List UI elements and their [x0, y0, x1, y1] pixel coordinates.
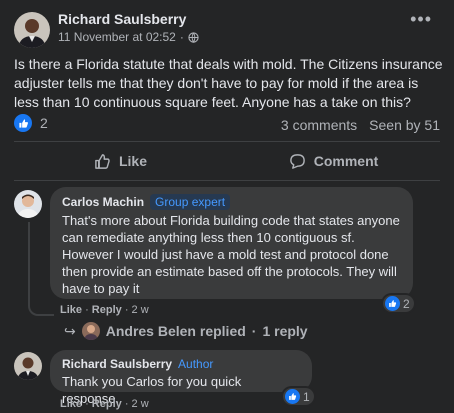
post-author-name[interactable]: Richard Saulsberry: [58, 11, 186, 27]
post-stats: 3 comments Seen by 51: [281, 117, 440, 133]
like-reaction-icon: [385, 296, 400, 311]
facebook-post: Richard Saulsberry 11 November at 02:52 …: [0, 0, 454, 413]
post-timestamp[interactable]: 11 November at 02:52: [58, 30, 176, 44]
comment-author[interactable]: Richard Saulsberry: [62, 357, 172, 371]
thumbs-up-icon: [95, 153, 110, 169]
comment-reaction-count: 1: [303, 389, 310, 404]
seen-by-count[interactable]: Seen by 51: [369, 117, 440, 133]
group-expert-badge: Group expert: [150, 194, 231, 210]
view-replies-link[interactable]: ↪ Andres Belen replied · 1 reply: [64, 322, 308, 340]
comment-time[interactable]: 2 w: [132, 398, 149, 410]
post-body: Is there a Florida statute that deals wi…: [14, 56, 443, 110]
reply-count: 1 reply: [262, 323, 308, 339]
comment-button-label: Comment: [313, 153, 379, 169]
comment-actions: Like · Reply · 2 w: [60, 304, 149, 316]
post-author-avatar[interactable]: [14, 12, 50, 48]
like-button[interactable]: Like: [14, 150, 227, 172]
like-reaction-icon: [285, 389, 300, 404]
comment-reply-link[interactable]: Reply: [92, 304, 122, 316]
comment-header: Carlos Machin Group expert: [62, 194, 401, 210]
divider-top: [14, 141, 440, 142]
meta-separator: ·: [179, 30, 184, 44]
post-reactions[interactable]: 2: [14, 114, 48, 132]
comment-actions: Like · Reply · 2 w: [60, 398, 149, 410]
globe-icon: [188, 31, 199, 43]
post-actions: Like Comment: [14, 150, 440, 172]
comment-reaction-count: 2: [403, 296, 410, 311]
author-badge: Author: [178, 357, 214, 371]
comment-bubble: Richard Saulsberry Author Thank you Carl…: [50, 350, 312, 406]
comment-reply-link[interactable]: Reply: [92, 398, 122, 410]
comment-reactions[interactable]: 2: [383, 295, 414, 312]
post-meta: 11 November at 02:52 ·: [58, 30, 199, 44]
comment-like-link[interactable]: Like: [60, 304, 82, 316]
like-button-label: Like: [118, 153, 147, 169]
comment-time[interactable]: 2 w: [132, 304, 149, 316]
divider-bottom: [14, 180, 440, 181]
like-reaction-icon: [14, 114, 32, 132]
replier-name: Andres Belen replied: [105, 323, 246, 339]
comment-bubble: Carlos Machin Group expert That's more a…: [50, 187, 413, 299]
reply-separator: ·: [251, 323, 257, 339]
comments-count[interactable]: 3 comments: [281, 117, 357, 133]
post-reaction-count: 2: [40, 115, 48, 131]
comment-author[interactable]: Carlos Machin: [62, 195, 144, 209]
comment-button[interactable]: Comment: [227, 150, 440, 172]
comment-avatar[interactable]: [14, 190, 42, 218]
comment-avatar[interactable]: [14, 352, 42, 380]
comment-like-link[interactable]: Like: [60, 398, 82, 410]
comment-icon: [289, 153, 305, 169]
comment-header: Richard Saulsberry Author: [62, 357, 300, 371]
comment-reactions[interactable]: 1: [283, 388, 314, 405]
replier-avatar: [81, 322, 100, 340]
reply-arrow-icon: ↪: [64, 322, 76, 339]
comment-text: That's more about Florida building code …: [62, 213, 400, 296]
more-options-icon[interactable]: •••: [410, 10, 432, 28]
